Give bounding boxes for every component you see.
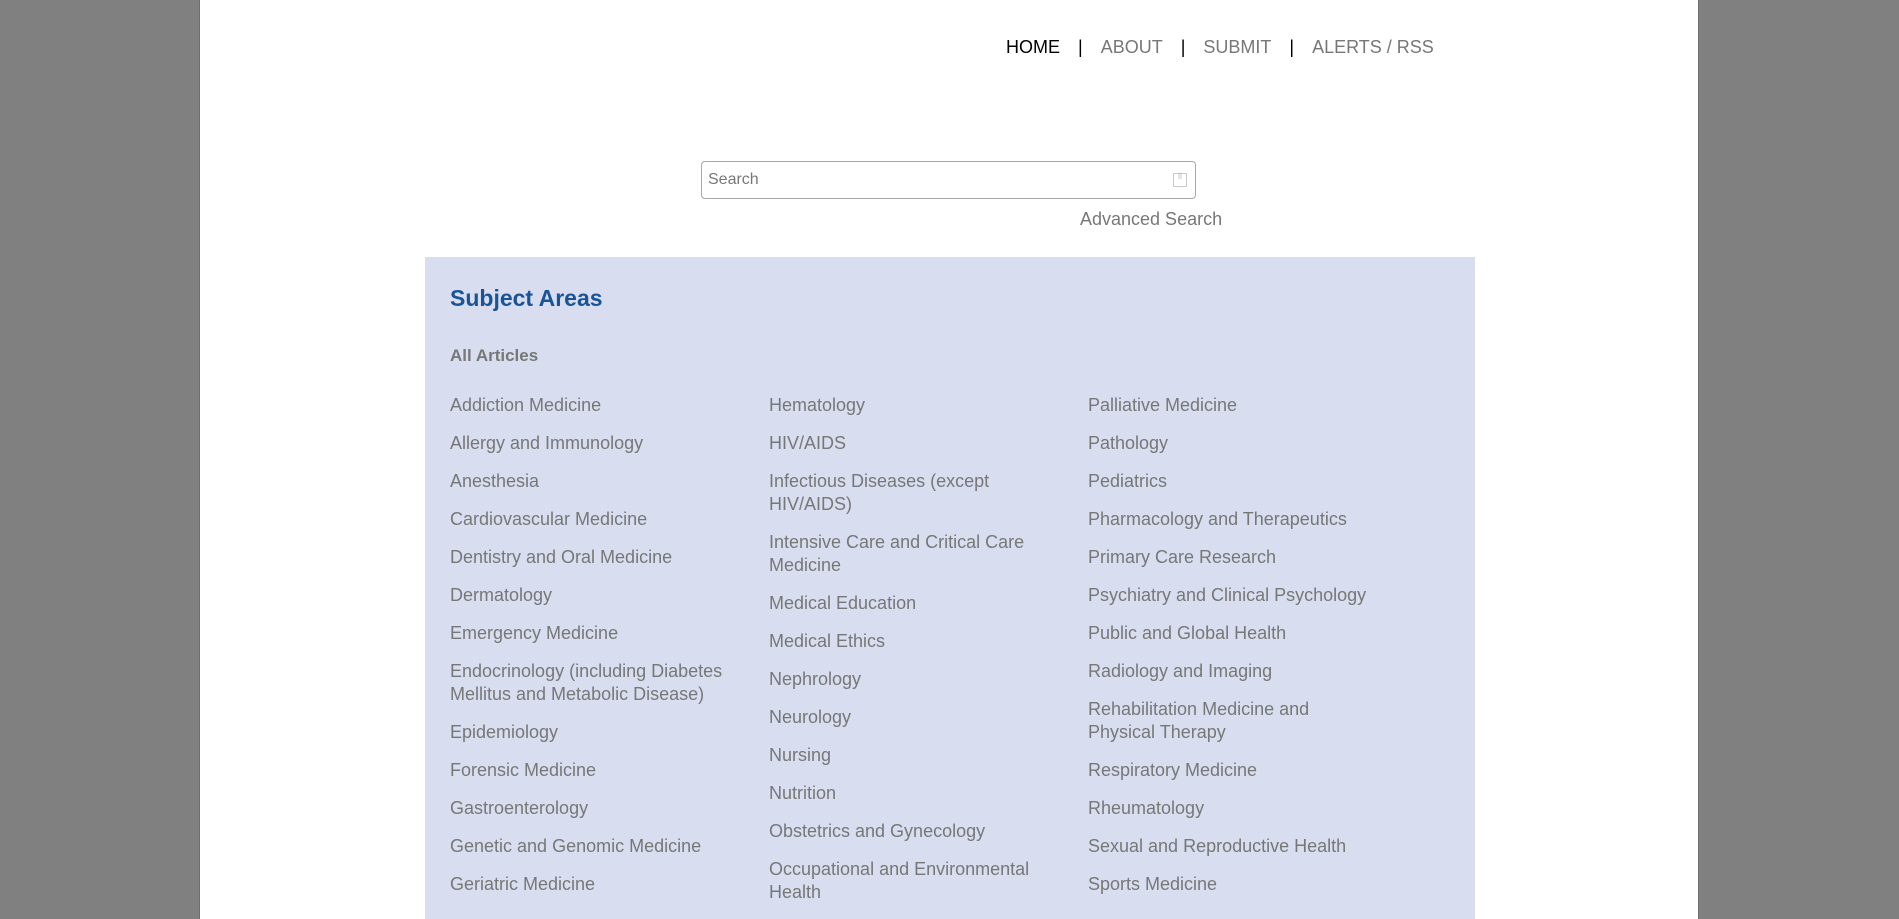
subject-link[interactable]: Pediatrics [1088,470,1378,493]
subject-link[interactable]: Infectious Diseases (except HIV/AIDS) [769,470,1059,516]
subject-link[interactable]: Dentistry and Oral Medicine [450,546,740,569]
subject-link[interactable]: Rheumatology [1088,797,1378,820]
subject-areas-panel: Subject Areas All Articles Addiction Med… [425,257,1475,919]
subject-link[interactable]: Cardiovascular Medicine [450,508,740,531]
top-navigation: HOME | ABOUT | SUBMIT | ALERTS / RSS [1006,37,1434,58]
subject-link[interactable]: Gastroenterology [450,797,740,820]
subject-link[interactable]: Rehabilitation Medicine and Physical The… [1088,698,1378,744]
nav-alerts-rss-link[interactable]: ALERTS / RSS [1312,37,1434,58]
subject-link[interactable]: Nursing [769,744,1059,767]
subject-link[interactable]: Allergy and Immunology [450,432,740,455]
nav-separator: | [1289,37,1295,57]
subject-link[interactable]: Addiction Medicine [450,394,740,417]
subject-link[interactable]: Emergency Medicine [450,622,740,645]
all-articles-link[interactable]: All Articles [450,346,538,366]
keyboard-icon[interactable]: ⠿ [1173,173,1187,187]
subject-link[interactable]: Public and Global Health [1088,622,1378,645]
subject-link[interactable]: Psychiatry and Clinical Psychology [1088,584,1378,607]
subject-link[interactable]: Respiratory Medicine [1088,759,1378,782]
advanced-search-link[interactable]: Advanced Search [1080,209,1222,230]
nav-submit-link[interactable]: SUBMIT [1203,37,1271,58]
subject-link[interactable]: Radiology and Imaging [1088,660,1378,683]
subject-link[interactable]: Intensive Care and Critical Care Medicin… [769,531,1059,577]
search-input[interactable] [708,166,1148,194]
nav-separator: | [1078,37,1083,57]
subject-link[interactable]: Medical Education [769,592,1059,615]
subject-column-3: Palliative Medicine Pathology Pediatrics… [1088,394,1378,911]
subject-column-1: Addiction Medicine Allergy and Immunolog… [450,394,740,911]
subject-link[interactable]: Pharmacology and Therapeutics [1088,508,1378,531]
subject-link[interactable]: Obstetrics and Gynecology [769,820,1059,843]
subject-link[interactable]: Sexual and Reproductive Health [1088,835,1378,858]
subject-link[interactable]: Palliative Medicine [1088,394,1378,417]
subject-link[interactable]: Pathology [1088,432,1378,455]
search-box: ⠿ [701,161,1196,199]
subject-link[interactable]: Nutrition [769,782,1059,805]
subject-link[interactable]: Primary Care Research [1088,546,1378,569]
subject-link[interactable]: Geriatric Medicine [450,873,740,896]
subject-link[interactable]: Epidemiology [450,721,740,744]
subject-link[interactable]: Occupational and Environmental Health [769,858,1059,904]
subject-link[interactable]: Nephrology [769,668,1059,691]
page-container: HOME | ABOUT | SUBMIT | ALERTS / RSS ⠿ A… [199,0,1699,919]
nav-about-link[interactable]: ABOUT [1101,37,1163,58]
subject-link[interactable]: Hematology [769,394,1059,417]
subject-link[interactable]: Medical Ethics [769,630,1059,653]
subject-link[interactable]: Endocrinology (including Diabetes Mellit… [450,660,740,706]
subject-areas-title: Subject Areas [450,285,603,311]
nav-separator: | [1180,37,1186,57]
subject-link[interactable]: Anesthesia [450,470,740,493]
subject-link[interactable]: HIV/AIDS [769,432,1059,455]
subject-link[interactable]: Dermatology [450,584,740,607]
subject-link[interactable]: Genetic and Genomic Medicine [450,835,740,858]
subject-link[interactable]: Neurology [769,706,1059,729]
nav-home-link[interactable]: HOME [1006,37,1060,58]
subject-link[interactable]: Sports Medicine [1088,873,1378,896]
subject-link[interactable]: Forensic Medicine [450,759,740,782]
subject-column-2: Hematology HIV/AIDS Infectious Diseases … [769,394,1059,919]
